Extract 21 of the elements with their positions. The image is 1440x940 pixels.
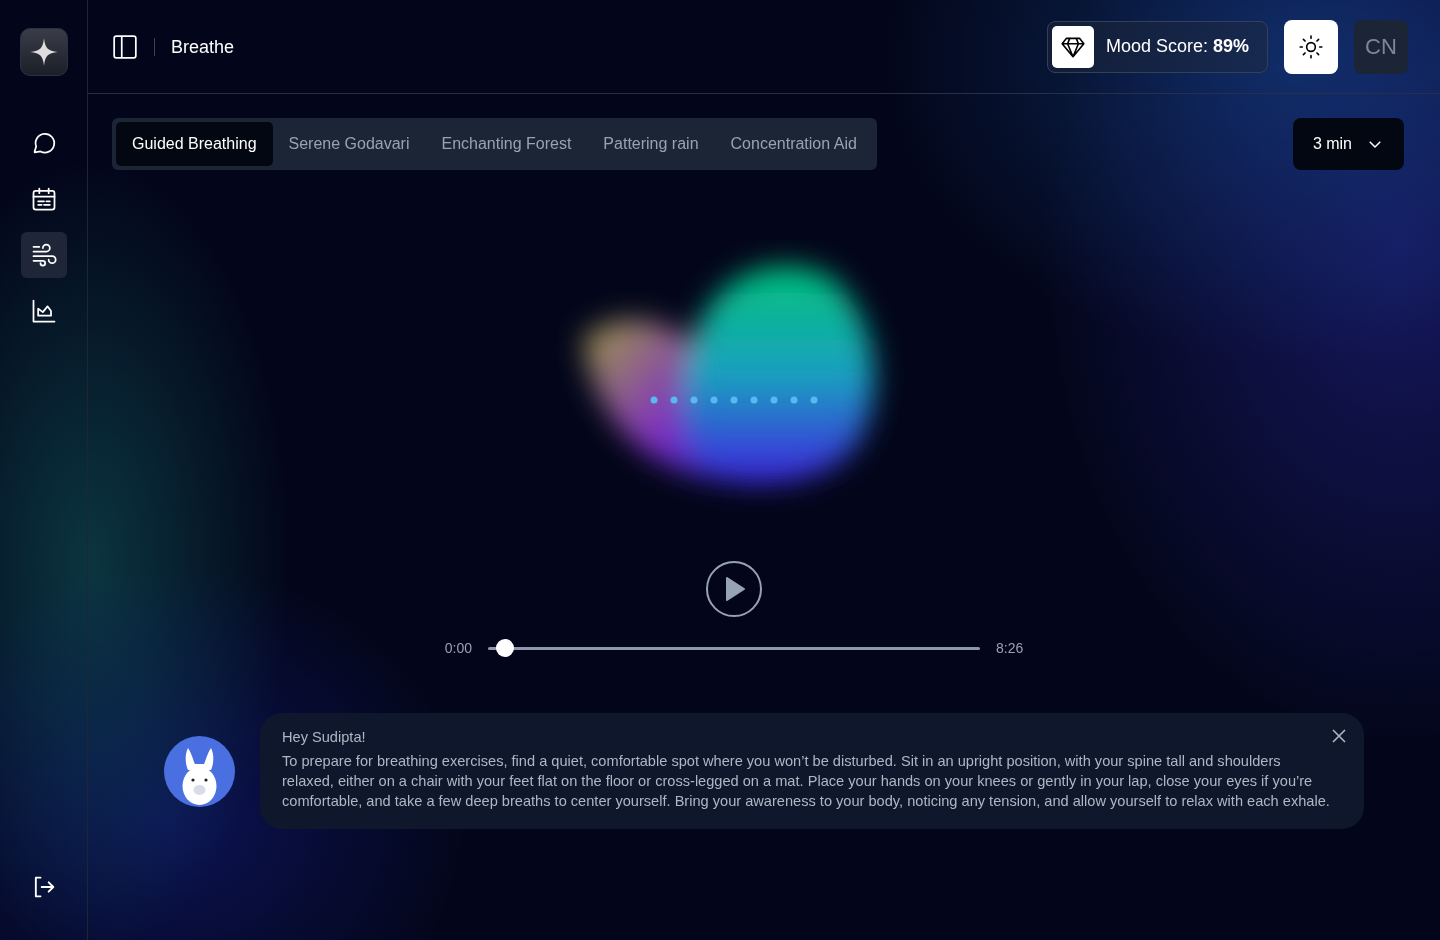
current-time: 0:00 [444,639,472,658]
page-title: Breathe [154,37,235,56]
tab[interactable]: Serene Godavari [272,122,426,166]
total-time: 8:26 [996,639,1024,658]
play-button[interactable] [705,560,763,618]
tab[interactable]: Enchanting Forest [425,122,588,166]
tab[interactable]: Guided Breathing [116,122,273,166]
sidebar-nav-button[interactable] [20,232,67,278]
close-button[interactable] [1332,729,1346,743]
progress-slider-thumb[interactable] [496,639,515,657]
sidebar-toggle-icon[interactable] [112,33,138,60]
sun-icon [1298,33,1324,60]
tab[interactable]: Pattering rain [587,122,715,166]
duration-dropdown[interactable]: 3 min [1292,118,1404,170]
mood-score-text: Mood Score: 89% [1105,35,1249,58]
user-avatar[interactable]: CN [1354,19,1408,74]
app-logo [19,28,68,76]
message-text: To prepare for breathing exercises, find a quiet, comfortable spot where you won’t be disturbed. Sit in an upright position, with your spine tall and shoulders relaxed, either on a chair with your feet flat on the floor or cross-legged on a mat. Place your hands on your knees or gently in your lap, close your eyes if you’re comfortable, and take a few deep breaths to center yourself. Bring your awareness to your body, noticing any tension, and allow yourself to relax with each exhale. [282,752,1331,811]
theme-toggle-button[interactable] [1284,19,1338,74]
message-greeting: Hey Sudipta! [282,728,366,747]
tab[interactable]: Concentration Aid [714,122,873,166]
